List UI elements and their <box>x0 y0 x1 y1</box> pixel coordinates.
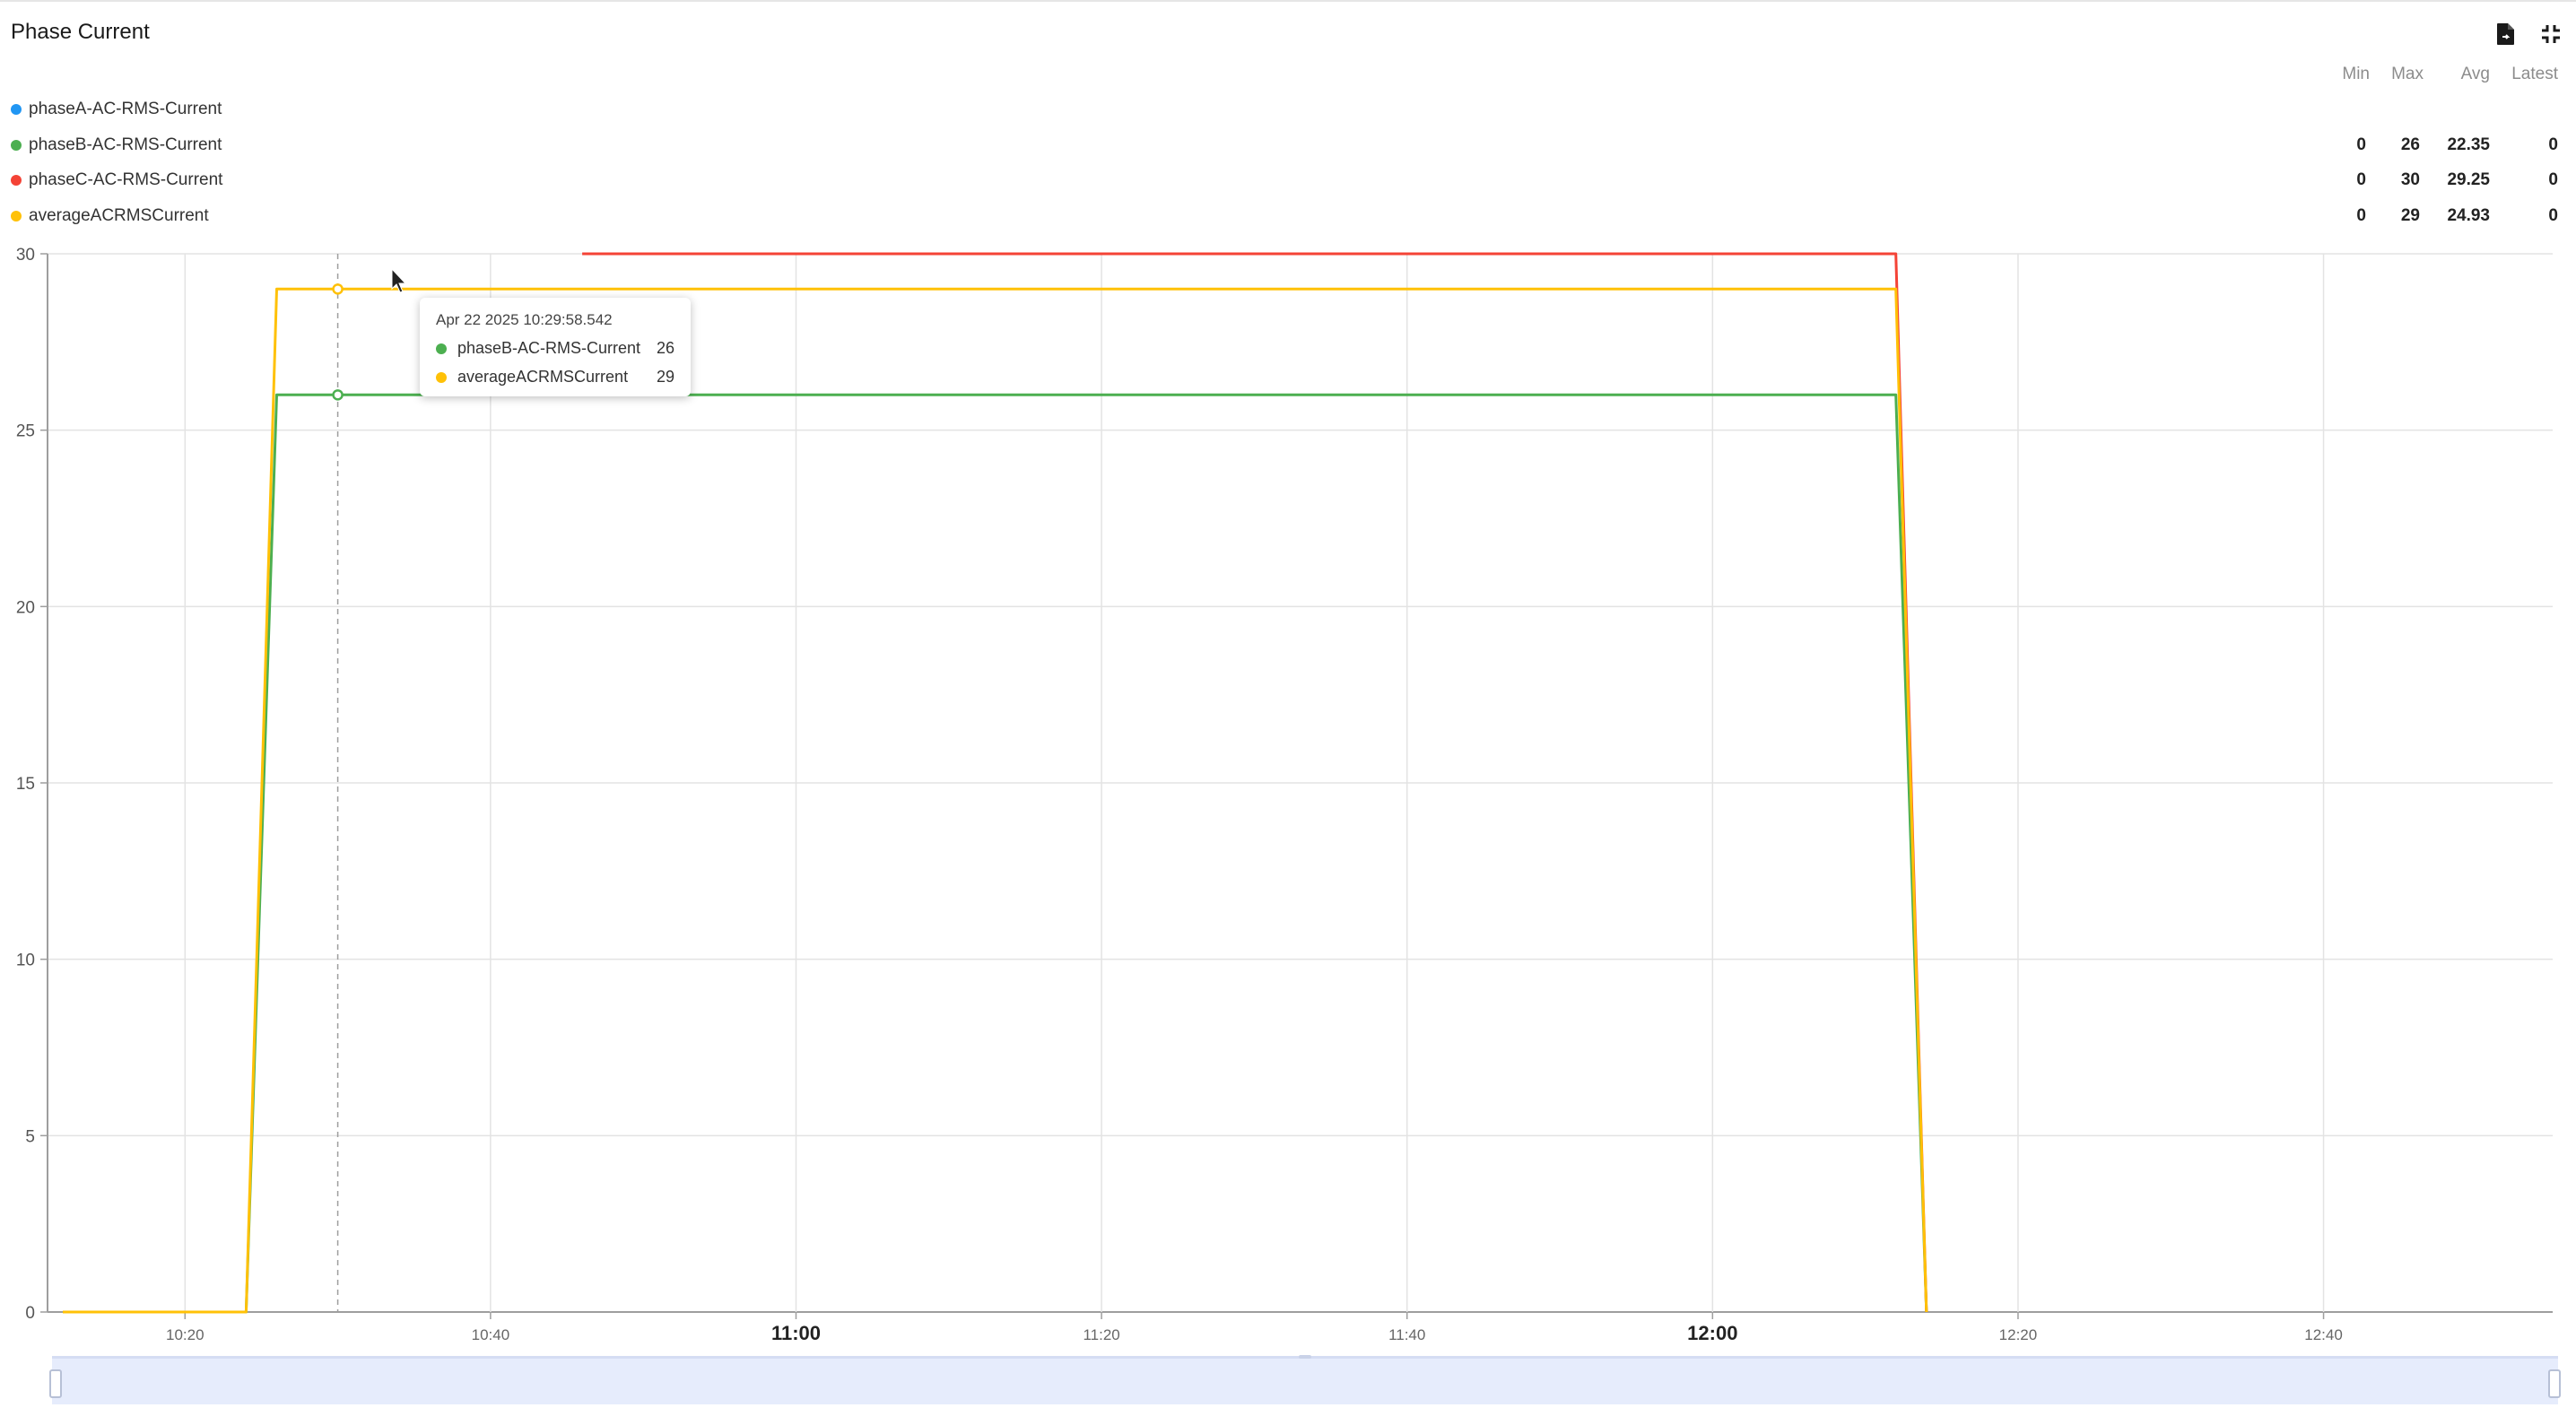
tooltip-dot <box>436 371 447 383</box>
tooltip-series-name: phaseB-AC-RMS-Current <box>457 339 641 357</box>
hover-point <box>332 283 344 295</box>
time-range-slider[interactable] <box>49 1355 2561 1404</box>
x-tick-label: 11:00 <box>771 1322 821 1344</box>
x-tick-label: 12:20 <box>1999 1326 2038 1343</box>
tooltip-value: 26 <box>656 339 674 357</box>
x-tick-label: 12:00 <box>1687 1322 1737 1344</box>
x-tick-label: 12:40 <box>2304 1326 2343 1343</box>
y-tick-label: 20 <box>16 598 35 617</box>
tooltip-value: 29 <box>656 368 674 386</box>
x-tick-label: 10:40 <box>472 1326 510 1343</box>
tooltip-row: averageACRMSCurrent 29 <box>436 368 674 387</box>
chart-tooltip: Apr 22 2025 10:29:58.542 phaseB-AC-RMS-C… <box>420 298 691 396</box>
tooltip-time: Apr 22 2025 10:29:58.542 <box>436 311 613 328</box>
slider-grip-icon[interactable] <box>1299 1355 1311 1359</box>
slider-handle-right[interactable] <box>2548 1369 2561 1398</box>
tooltip-dot <box>436 343 447 354</box>
y-tick-label: 0 <box>25 1304 35 1323</box>
line-chart[interactable]: 0 5 10 15 20 25 30 10:20 10:40 11:00 11:20 11:40 12:… <box>0 0 2576 1425</box>
slider-handle-left[interactable] <box>49 1369 62 1398</box>
hover-point <box>332 389 344 401</box>
x-tick-label: 11:40 <box>1388 1326 1425 1343</box>
x-tick-label: 10:20 <box>166 1326 205 1343</box>
tooltip-series-name: averageACRMSCurrent <box>457 368 629 386</box>
series-line-averageACRMSCurrent <box>63 287 1928 1314</box>
series-line-phaseB-AC-RMS-Current <box>63 393 1928 1314</box>
tooltip-row: phaseB-AC-RMS-Current 26 <box>436 339 674 358</box>
y-tick-label: 25 <box>16 422 35 441</box>
y-tick-label: 5 <box>25 1127 35 1146</box>
y-tick-label: 30 <box>16 246 35 265</box>
y-tick-label: 15 <box>16 775 35 794</box>
x-tick-label: 11:20 <box>1083 1326 1119 1343</box>
y-tick-label: 10 <box>16 951 35 970</box>
